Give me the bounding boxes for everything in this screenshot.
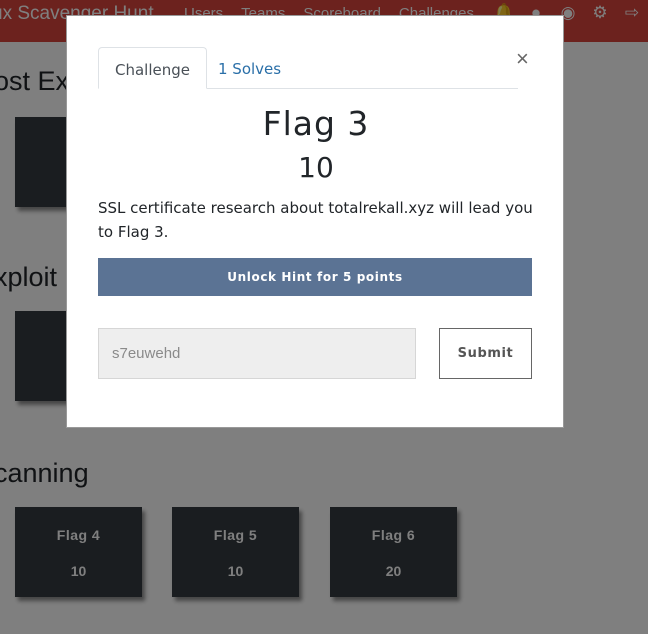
challenge-title: Flag 3 <box>262 104 370 143</box>
tab-solves[interactable]: 1 Solves <box>202 47 297 88</box>
challenge-description: SSL certificate research about totalreka… <box>98 199 533 241</box>
modal-tabs: Challenge 1 Solves <box>98 47 518 89</box>
unlock-hint-button[interactable]: Unlock Hint for 5 points <box>98 258 532 296</box>
challenge-modal: × Challenge 1 Solves Flag 3 10 SSL certi… <box>66 15 564 428</box>
tab-challenge[interactable]: Challenge <box>98 47 207 89</box>
flag-input[interactable] <box>98 328 416 379</box>
submit-button[interactable]: Submit <box>439 328 532 379</box>
challenge-points: 10 <box>298 151 334 184</box>
